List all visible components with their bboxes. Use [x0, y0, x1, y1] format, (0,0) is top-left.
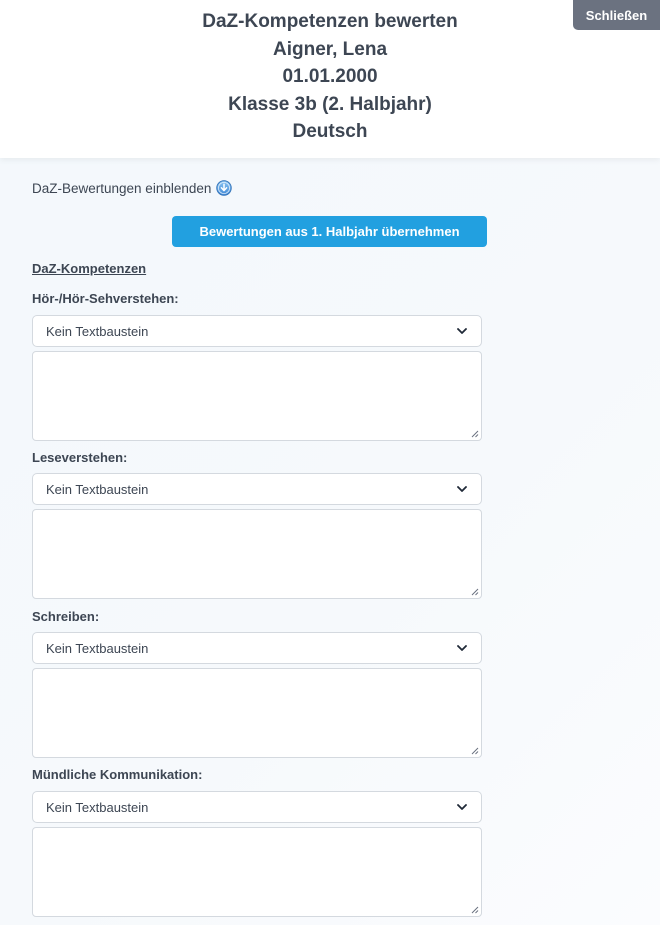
- select-value: Kein Textbaustein: [46, 641, 149, 656]
- page-title: DaZ-Kompetenzen bewerten: [202, 11, 458, 32]
- page-header: DaZ-Kompetenzen bewerten Aigner, Lena 01…: [0, 0, 660, 158]
- select-value: Kein Textbaustein: [46, 800, 149, 815]
- section-title-daz-competencies: DaZ-Kompetenzen: [32, 261, 147, 276]
- writing-comment-textarea[interactable]: [32, 668, 482, 758]
- writing-text-module-select[interactable]: Kein Textbaustein: [32, 632, 482, 664]
- resize-grip-icon[interactable]: [471, 906, 479, 914]
- header-title-block: DaZ-Kompetenzen bewerten Aigner, Lena 01…: [0, 8, 660, 146]
- resize-grip-icon[interactable]: [471, 747, 479, 755]
- reading-text-module-select[interactable]: Kein Textbaustein: [32, 473, 482, 505]
- circle-arrow-down-icon[interactable]: [216, 180, 233, 196]
- subject-name: Deutsch: [292, 121, 368, 142]
- field-label-writing: Schreiben:: [32, 609, 100, 624]
- reading-comment-textarea[interactable]: [32, 509, 482, 599]
- chevron-down-icon: [457, 486, 467, 492]
- chevron-down-icon: [457, 328, 467, 334]
- oral-communication-text-module-select[interactable]: Kein Textbaustein: [32, 791, 482, 823]
- show-daz-ratings-label: DaZ-Bewertungen einblenden: [32, 180, 212, 196]
- chevron-down-icon: [457, 804, 467, 810]
- field-label-oral-communication: Mündliche Kommunikation:: [32, 767, 203, 782]
- resize-grip-icon[interactable]: [471, 430, 479, 438]
- class-term: Klasse 3b (2. Halbjahr): [228, 93, 432, 115]
- resize-grip-icon[interactable]: [471, 588, 479, 596]
- listening-text-module-select[interactable]: Kein Textbaustein: [32, 315, 482, 347]
- show-daz-ratings-toggle[interactable]: DaZ-Bewertungen einblenden: [32, 178, 233, 198]
- close-button[interactable]: Schließen: [573, 0, 660, 30]
- chevron-down-icon: [457, 645, 467, 651]
- select-value: Kein Textbaustein: [46, 482, 149, 497]
- student-name: Aigner, Lena: [272, 38, 388, 60]
- oral-communication-comment-textarea[interactable]: [32, 827, 482, 917]
- copy-first-term-ratings-button[interactable]: Bewertungen aus 1. Halbjahr übernehmen: [172, 216, 487, 247]
- field-label-listening: Hör-/Hör-Sehverstehen:: [32, 291, 179, 306]
- student-birthdate: 01.01.2000: [282, 66, 378, 87]
- select-value: Kein Textbaustein: [46, 324, 149, 339]
- listening-comment-textarea[interactable]: [32, 351, 482, 441]
- field-label-reading: Leseverstehen:: [32, 450, 128, 465]
